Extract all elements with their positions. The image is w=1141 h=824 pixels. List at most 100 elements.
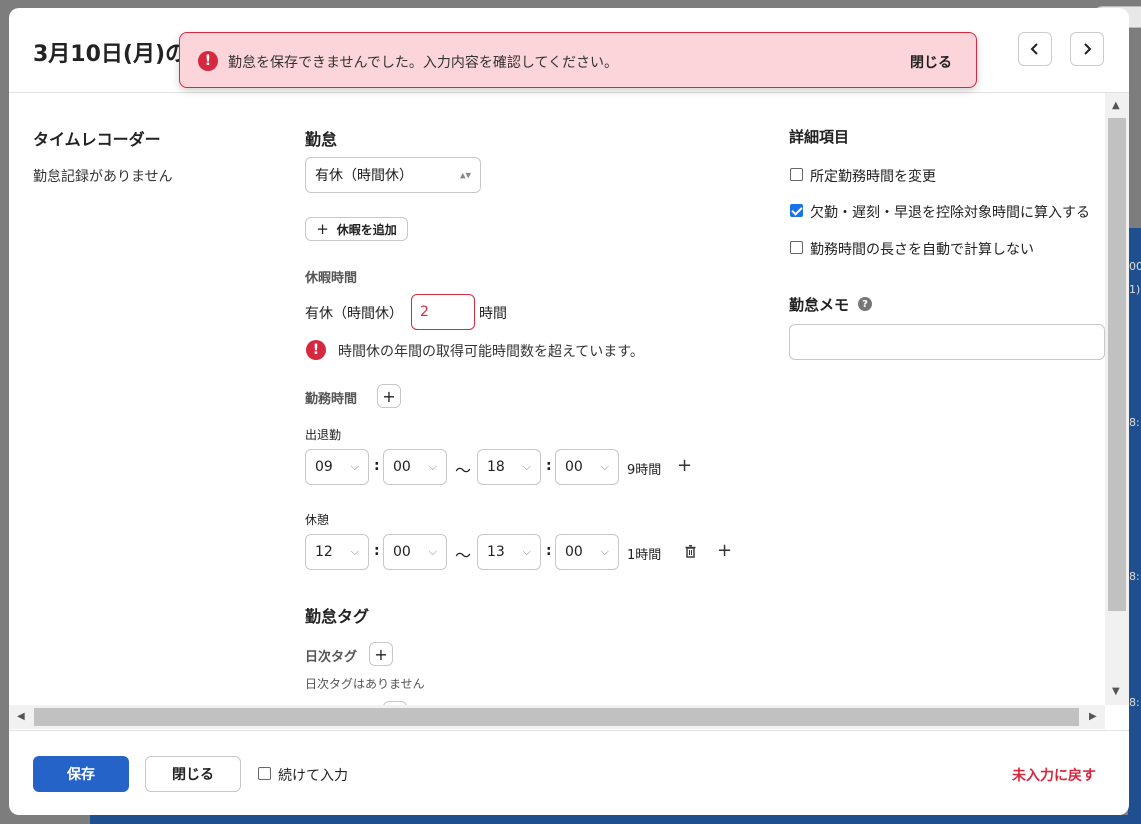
option-checkbox-change-hours[interactable] — [790, 168, 803, 181]
work-time-label: 勤務時間 — [305, 392, 358, 407]
background-fragment: 8: — [1129, 696, 1140, 709]
option-label-deduction: 欠勤・遅刻・早退を控除対象時間に算入する — [810, 205, 1090, 221]
background-fragment: 00 — [1129, 260, 1141, 273]
time-recorder-empty: 勤怠記録がありません — [33, 169, 173, 185]
plus-icon: + — [316, 220, 329, 238]
chevron-left-icon — [1030, 43, 1038, 55]
attendance-type-value: 有休（時間休） — [315, 168, 413, 184]
next-day-button[interactable] — [1070, 32, 1104, 66]
break-label: 休憩 — [305, 513, 330, 527]
scroll-right-icon[interactable]: ▶ — [1089, 711, 1097, 722]
plus-icon: + — [382, 386, 396, 406]
chevron-down-icon: ⌵ — [600, 460, 609, 473]
plus-icon: + — [374, 644, 388, 664]
background-fragment: 8: — [1129, 416, 1140, 429]
shift-start-hour-value: 09 — [315, 459, 333, 475]
toast-message: 勤怠を保存できませんでした。入力内容を確認してください。 — [228, 55, 619, 71]
chevron-down-icon: ⌵ — [350, 545, 359, 558]
add-break-plus-icon[interactable]: + — [717, 542, 732, 560]
memo-heading: 勤怠メモ — [789, 296, 850, 314]
daily-tag-label: 日次タグ — [305, 650, 358, 665]
leave-error-message: 時間休の年間の取得可能時間数を超えています。 — [338, 344, 644, 360]
add-daily-tag-button[interactable]: + — [369, 642, 393, 666]
toast-close-button[interactable]: 閉じる — [910, 52, 952, 72]
help-icon[interactable]: ? — [858, 297, 872, 311]
leave-hours-unit: 時間 — [479, 306, 507, 322]
background-fragment: 1) — [1129, 283, 1141, 296]
time-separator: : — [374, 458, 380, 474]
shift-end-hour-value: 18 — [487, 459, 505, 475]
background-panel — [1128, 228, 1141, 824]
add-leave-label: 休暇を追加 — [336, 222, 397, 237]
time-recorder-heading: タイムレコーダー — [33, 130, 161, 149]
add-shift-plus-icon[interactable]: + — [677, 457, 692, 475]
break-duration: 1時間 — [627, 548, 662, 563]
close-button[interactable]: 閉じる — [145, 756, 241, 792]
page-title: 3月10日(月)の — [33, 42, 188, 67]
shift-start-minute-select[interactable]: 00 ⌵ — [383, 449, 447, 485]
option-checkbox-no-auto-calc[interactable] — [790, 241, 803, 254]
attendance-modal: 3月10日(月)の タイムレコーダー 勤怠記録がありません 勤怠 有休（時間休）… — [9, 8, 1129, 815]
option-checkbox-deduction[interactable] — [790, 204, 803, 217]
attendance-type-select[interactable]: 有休（時間休） ▴▾ — [305, 157, 481, 193]
add-leave-button[interactable]: + 休暇を追加 — [305, 217, 408, 241]
leave-hours-value: 2 — [420, 304, 429, 320]
scroll-down-icon[interactable]: ▼ — [1112, 686, 1120, 697]
scroll-left-icon[interactable]: ◀ — [17, 711, 25, 722]
range-tilde: 〜 — [455, 461, 472, 480]
option-label-change-hours: 所定勤務時間を変更 — [810, 169, 936, 185]
error-toast: ! 勤怠を保存できませんでした。入力内容を確認してください。 閉じる — [179, 32, 977, 88]
time-separator: : — [374, 543, 380, 559]
modal-footer: 保存 閉じる 続けて入力 未入力に戻す — [9, 730, 1129, 815]
shift-label: 出退勤 — [305, 428, 342, 442]
chevron-down-icon: ⌵ — [350, 460, 359, 473]
scroll-up-icon[interactable]: ▲ — [1112, 100, 1120, 111]
details-heading: 詳細項目 — [789, 128, 850, 146]
background-footer-strip — [90, 815, 1141, 824]
time-separator: : — [546, 543, 552, 559]
shift-start-minute-value: 00 — [393, 459, 411, 475]
break-end-hour-select[interactable]: 13 ⌵ — [477, 534, 541, 570]
chevron-down-icon: ⌵ — [428, 545, 437, 558]
break-start-minute-value: 00 — [393, 544, 411, 560]
chevron-down-icon: ⌵ — [600, 545, 609, 558]
time-separator: : — [546, 458, 552, 474]
shift-end-hour-select[interactable]: 18 ⌵ — [477, 449, 541, 485]
previous-day-button[interactable] — [1018, 32, 1052, 66]
continue-input-label: 続けて入力 — [278, 768, 348, 784]
shift-duration: 9時間 — [627, 463, 662, 478]
break-end-minute-select[interactable]: 00 ⌵ — [555, 534, 619, 570]
memo-input[interactable] — [789, 324, 1105, 360]
add-work-time-button[interactable]: + — [377, 384, 401, 408]
tags-heading: 勤怠タグ — [305, 607, 370, 626]
background-fragment: 8: — [1129, 570, 1140, 583]
trash-icon[interactable] — [685, 545, 696, 558]
vertical-scrollbar-thumb[interactable] — [1108, 118, 1126, 611]
attendance-heading: 勤怠 — [305, 130, 338, 149]
horizontal-scrollbar-thumb[interactable] — [34, 708, 1079, 726]
save-button[interactable]: 保存 — [33, 756, 129, 792]
range-tilde: 〜 — [455, 546, 472, 565]
shift-end-minute-value: 00 — [565, 459, 583, 475]
break-start-hour-value: 12 — [315, 544, 333, 560]
option-label-no-auto-calc: 勤務時間の長さを自動で計算しない — [810, 242, 1034, 258]
break-end-minute-value: 00 — [565, 544, 583, 560]
break-start-minute-select[interactable]: 00 ⌵ — [383, 534, 447, 570]
reset-link[interactable]: 未入力に戻す — [1012, 765, 1096, 785]
break-start-hour-select[interactable]: 12 ⌵ — [305, 534, 369, 570]
error-icon: ! — [306, 340, 326, 360]
leave-hours-input[interactable]: 2 — [411, 294, 475, 330]
chevron-down-icon: ⌵ — [522, 460, 531, 473]
shift-end-minute-select[interactable]: 00 ⌵ — [555, 449, 619, 485]
chevron-right-icon — [1084, 43, 1092, 55]
leave-time-label: 休暇時間 — [305, 271, 358, 286]
chevron-down-icon: ⌵ — [522, 545, 531, 558]
daily-tag-empty: 日次タグはありません — [305, 677, 425, 691]
error-icon: ! — [198, 51, 218, 71]
break-end-hour-value: 13 — [487, 544, 505, 560]
modal-body: タイムレコーダー 勤怠記録がありません 勤怠 有休（時間休） ▴▾ + 休暇を追… — [9, 93, 1105, 705]
continue-input-checkbox[interactable] — [258, 767, 271, 780]
shift-start-hour-select[interactable]: 09 ⌵ — [305, 449, 369, 485]
chevron-down-icon: ⌵ — [428, 460, 437, 473]
select-arrows-icon: ▴▾ — [459, 168, 471, 182]
